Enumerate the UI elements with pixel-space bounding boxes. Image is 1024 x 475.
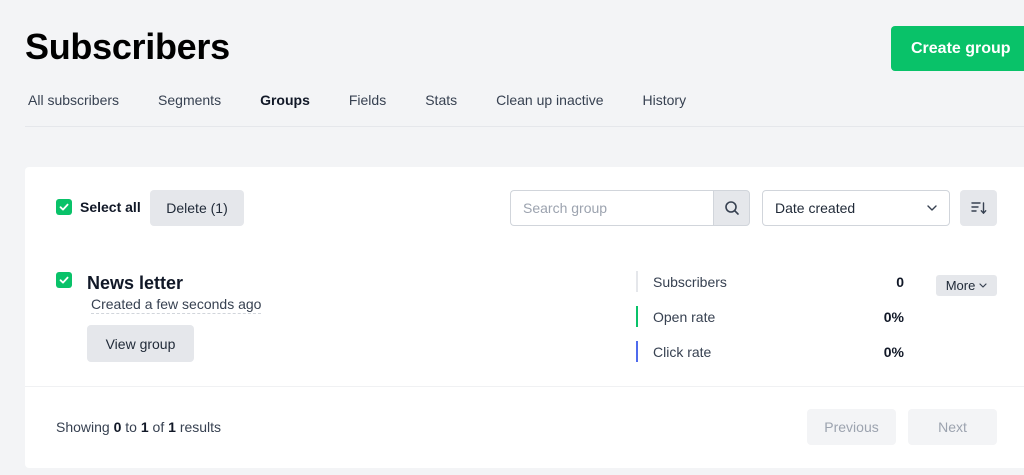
subscribers-stat-bar: [636, 271, 638, 292]
check-icon: [59, 203, 69, 211]
open-rate-stat-value: 0%: [883, 309, 904, 325]
showing-of-word: of: [152, 419, 165, 435]
tab-segments[interactable]: Segments: [158, 92, 221, 108]
more-actions-button[interactable]: More: [936, 275, 997, 296]
group-checkbox[interactable]: [56, 272, 72, 288]
showing-to: 1: [140, 419, 149, 435]
select-all-checkbox[interactable]: [56, 199, 72, 215]
search-button[interactable]: [713, 190, 750, 226]
tab-all-subscribers[interactable]: All subscribers: [28, 92, 119, 108]
results-summary: Showing 0 to 1 of 1 results: [56, 419, 221, 435]
click-rate-stat-bar: [636, 341, 638, 362]
showing-total: 1: [168, 419, 176, 435]
chevron-down-icon: [927, 205, 937, 211]
delete-button[interactable]: Delete (1): [150, 190, 244, 226]
group-created-date: Created a few seconds ago: [91, 296, 262, 314]
select-all-label: Select all: [80, 199, 141, 215]
card-divider: [25, 386, 1024, 387]
sort-select[interactable]: Date created: [762, 190, 950, 226]
sort-descending-icon: [970, 202, 986, 214]
showing-prefix: Showing: [56, 419, 110, 435]
showing-from: 0: [113, 419, 122, 435]
search-icon: [724, 201, 739, 215]
tab-bar: All subscribers Segments Groups Fields S…: [28, 92, 725, 108]
more-label: More: [945, 278, 976, 293]
tab-clean-up-inactive[interactable]: Clean up inactive: [496, 92, 603, 108]
sort-direction-button[interactable]: [960, 190, 997, 226]
tab-history[interactable]: History: [643, 92, 687, 108]
view-group-button[interactable]: View group: [87, 325, 194, 362]
tab-stats[interactable]: Stats: [425, 92, 457, 108]
groups-card: Select all Delete (1) Date created News …: [25, 167, 1024, 468]
showing-to-word: to: [125, 419, 137, 435]
subscribers-stat-label: Subscribers: [653, 274, 727, 290]
page-title: Subscribers: [25, 26, 230, 67]
open-rate-stat-label: Open rate: [653, 309, 716, 325]
check-icon: [59, 276, 69, 284]
previous-page-button[interactable]: Previous: [807, 409, 896, 445]
subscribers-stat-value: 0: [896, 274, 904, 290]
tabs-divider: [25, 126, 1024, 127]
group-name-link[interactable]: News letter: [87, 273, 183, 294]
open-rate-stat-bar: [636, 306, 638, 327]
tab-groups[interactable]: Groups: [260, 92, 310, 108]
tab-fields[interactable]: Fields: [349, 92, 386, 108]
create-group-button[interactable]: Create group: [891, 26, 1024, 71]
chevron-down-icon: [979, 283, 987, 288]
click-rate-stat-value: 0%: [883, 344, 904, 360]
sort-select-value: Date created: [775, 200, 856, 216]
click-rate-stat-label: Click rate: [653, 344, 712, 360]
next-page-button[interactable]: Next: [908, 409, 997, 445]
search-input[interactable]: [510, 190, 714, 226]
showing-results-word: results: [179, 419, 222, 435]
